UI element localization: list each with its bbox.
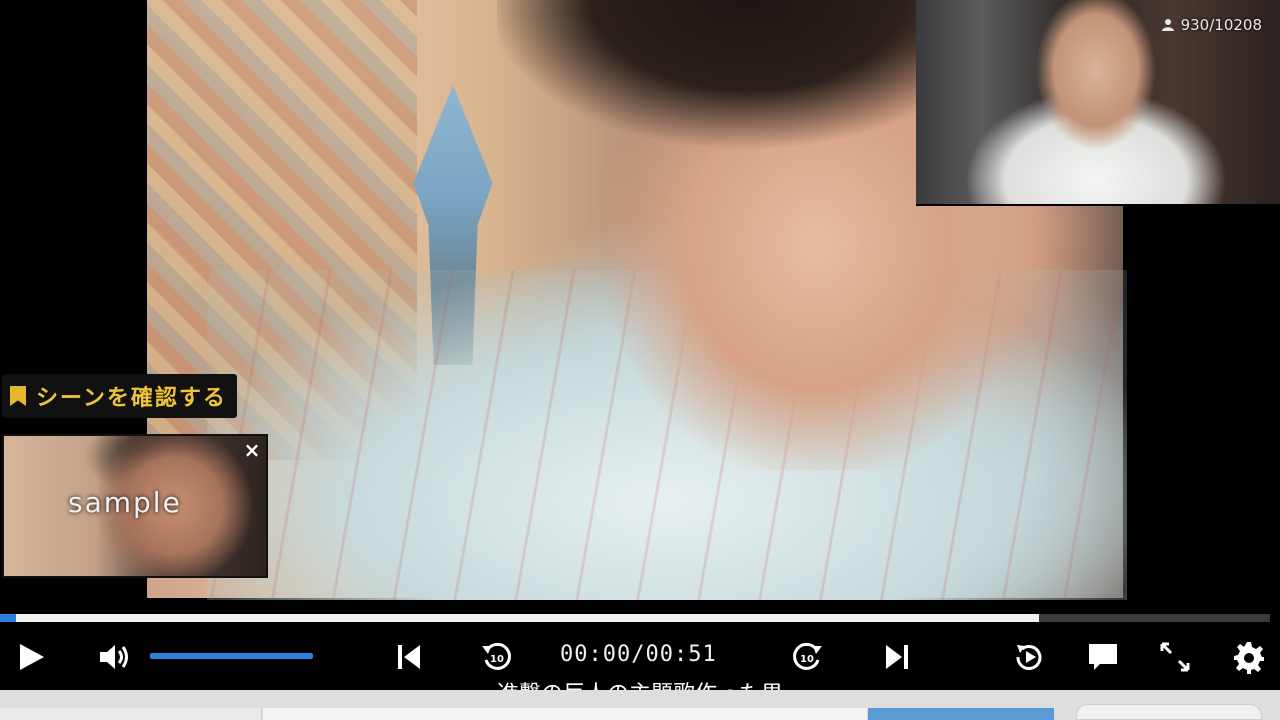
svg-text:10: 10 xyxy=(800,654,814,665)
video-area[interactable]: 930/10208 シーンを確認する sample × xyxy=(0,0,1280,612)
skip-previous-button[interactable] xyxy=(390,638,428,676)
skip-next-button[interactable] xyxy=(878,638,916,676)
scene-check-label: シーンを確認する xyxy=(36,386,227,411)
comment-button[interactable] xyxy=(1084,638,1122,676)
gear-icon xyxy=(1234,642,1264,674)
comment-icon xyxy=(1089,644,1117,670)
volume-button[interactable] xyxy=(94,638,132,676)
bottom-tab-4[interactable] xyxy=(1076,704,1262,720)
rewind-10-icon: 10 xyxy=(482,642,511,670)
volume-icon xyxy=(100,645,128,669)
bottom-tab-1[interactable] xyxy=(0,708,262,720)
fullscreen-icon xyxy=(1160,642,1190,672)
volume-slider[interactable] xyxy=(150,653,313,659)
skip-next-icon xyxy=(886,645,908,669)
viewer-count-text: 930/10208 xyxy=(1180,16,1262,34)
play-icon xyxy=(20,644,44,670)
fullscreen-button[interactable] xyxy=(1156,638,1194,676)
settings-button[interactable] xyxy=(1230,638,1268,676)
time-display: 00:00/00:51 xyxy=(560,642,717,667)
rewind-10-button[interactable]: 10 xyxy=(478,638,516,676)
progress-played xyxy=(0,614,16,622)
bottom-tab-active[interactable] xyxy=(868,708,1054,720)
bottom-tab-2[interactable] xyxy=(263,708,867,720)
forward-10-icon: 10 xyxy=(793,642,822,670)
scene-check-button[interactable]: シーンを確認する xyxy=(2,374,237,418)
svg-text:10: 10 xyxy=(490,654,504,665)
skip-previous-icon xyxy=(398,645,420,669)
replay-button[interactable] xyxy=(1010,638,1048,676)
progress-bar[interactable] xyxy=(0,614,1270,622)
progress-buffered xyxy=(0,614,1039,622)
play-button[interactable] xyxy=(12,638,50,676)
browser-bottom-strip xyxy=(0,690,1280,720)
viewer-count: 930/10208 xyxy=(1161,16,1262,34)
sample-watermark: sample xyxy=(68,486,182,519)
person-icon xyxy=(1161,19,1174,31)
sample-thumbnail[interactable]: sample × xyxy=(2,434,268,578)
bookmark-icon xyxy=(10,386,26,406)
close-icon[interactable]: × xyxy=(242,440,262,460)
picture-in-picture-video[interactable]: 930/10208 xyxy=(916,0,1280,206)
replay-icon xyxy=(1016,645,1042,670)
forward-10-button[interactable]: 10 xyxy=(788,638,826,676)
